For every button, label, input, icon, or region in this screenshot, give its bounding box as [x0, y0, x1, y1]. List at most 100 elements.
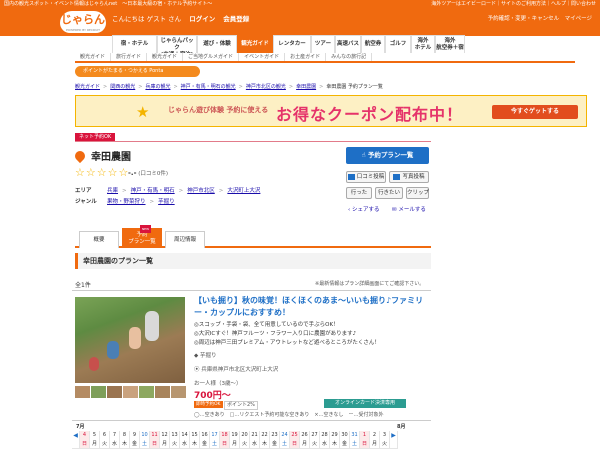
info-link[interactable]: 神戸市北区: [187, 188, 215, 194]
info-link[interactable]: 神戸・有馬・明石: [131, 188, 175, 194]
coupon-banner[interactable]: ★ じゃらん遊び体験 予約に使える お得なクーポン配布中！ 今すぐゲットする: [75, 95, 587, 127]
subnav-item[interactable]: 観光ガイド: [147, 53, 184, 61]
nav-item[interactable]: 航空券: [361, 35, 385, 53]
subnav-item[interactable]: イベントガイド: [239, 53, 286, 61]
nav-item[interactable]: レンタカー: [273, 35, 311, 53]
calendar-day[interactable]: 20 火: [240, 431, 250, 449]
calendar-day[interactable]: 14 水: [180, 431, 190, 449]
subnav-item[interactable]: お土産ガイド: [285, 53, 327, 61]
top-strip-links[interactable]: 海外ツアーはエイビーロード｜サイトのご利用方法｜ヘルプ｜問い合わせ: [431, 0, 596, 9]
thumbnail[interactable]: [75, 386, 90, 398]
calendar-day[interactable]: 21 水: [250, 431, 260, 449]
calendar-day[interactable]: 29 木: [330, 431, 340, 449]
calendar-day[interactable]: 15 木: [190, 431, 200, 449]
calendar-day[interactable]: 9金: [130, 431, 140, 449]
breadcrumb-link[interactable]: 兵庫の観光: [145, 84, 170, 90]
review-post-button[interactable]: 口コミ投稿: [346, 171, 386, 183]
calendar-day[interactable]: 3火: [380, 431, 390, 449]
thumbnail[interactable]: [91, 386, 106, 398]
nav-item[interactable]: 宿・ホテル: [112, 35, 157, 53]
ponta-bar[interactable]: ポイントがたまる・つかえる Ponta: [75, 66, 200, 77]
calendar-day[interactable]: 19 月: [230, 431, 240, 449]
jalan-logo[interactable]: じゃらん POWERED BY RECRUIT: [60, 11, 106, 33]
calendar-next-arrow[interactable]: ▶: [390, 431, 398, 449]
calendar-day[interactable]: 16 金: [200, 431, 210, 449]
calendar-weekday: 金: [271, 441, 277, 447]
info-link[interactable]: 兵庫: [107, 188, 118, 194]
info-link[interactable]: 芋掘り: [158, 199, 175, 205]
calendar-day[interactable]: 2月: [370, 431, 380, 449]
calendar-day[interactable]: 7水: [110, 431, 120, 449]
breadcrumb-link[interactable]: 観光ガイド: [75, 84, 100, 90]
calendar-day[interactable]: 5月: [90, 431, 100, 449]
register-link[interactable]: 会員登録: [223, 15, 249, 23]
calendar-day[interactable]: 4日: [80, 431, 90, 449]
nav-item[interactable]: 遊び・体験: [197, 35, 237, 53]
calendar-day[interactable]: 6火: [100, 431, 110, 449]
calendar-day[interactable]: 31 土: [350, 431, 360, 449]
subnav-item[interactable]: ご当地グルメガイド: [183, 53, 240, 61]
get-coupon-button[interactable]: 今すぐゲットする: [492, 105, 578, 119]
calendar-day[interactable]: 13 火: [170, 431, 180, 449]
subnav-item[interactable]: 旅行ガイド: [111, 53, 148, 61]
breadcrumb-link[interactable]: 神戸市北区の観光: [246, 84, 286, 90]
tab-overview[interactable]: 概要: [79, 231, 119, 248]
tab-nearby[interactable]: 周辺情報: [165, 231, 205, 248]
breadcrumb-link[interactable]: 神戸・有馬・明石の観光: [181, 84, 236, 90]
calendar-weekday: 火: [241, 441, 247, 447]
calendar-day-number: 14: [181, 432, 188, 438]
went-button[interactable]: 行った: [346, 187, 372, 199]
calendar-day[interactable]: 10 土: [140, 431, 150, 449]
breadcrumb-link[interactable]: 幸田農園: [296, 84, 316, 90]
nav-item[interactable]: 高速バス: [335, 35, 361, 53]
thumbnail[interactable]: [123, 386, 138, 398]
calendar-day[interactable]: 28 水: [320, 431, 330, 449]
nav-item[interactable]: 海外 航空券＋宿: [435, 35, 465, 53]
info-label: ジャンル: [75, 199, 97, 205]
login-link[interactable]: ログイン: [189, 15, 215, 23]
calendar-day[interactable]: 26 月: [300, 431, 310, 449]
calendar-day[interactable]: 17 土: [210, 431, 220, 449]
calendar-day[interactable]: 24 土: [280, 431, 290, 449]
calendar-day[interactable]: 23 金: [270, 431, 280, 449]
calendar-day-number: 15: [191, 432, 198, 438]
plan-list-button[interactable]: ☝ 予約プラン一覧: [346, 147, 429, 164]
breadcrumb-separator: >: [238, 84, 243, 90]
nav-item[interactable]: ゴルフ: [385, 35, 411, 53]
review-count[interactable]: (口コミ0件): [138, 171, 168, 177]
want-button[interactable]: 行きたい: [375, 187, 403, 199]
calendar-day[interactable]: 12 月: [160, 431, 170, 449]
subnav-item[interactable]: みんなの旅行記: [326, 53, 373, 61]
share-link[interactable]: ‹ シェアする: [348, 205, 379, 213]
calendar-prev-arrow[interactable]: ◀: [72, 431, 80, 449]
nav-item[interactable]: 海外 ホテル: [411, 35, 435, 53]
plan-photo[interactable]: [75, 297, 185, 383]
calendar-day[interactable]: 30 金: [340, 431, 350, 449]
subnav-item[interactable]: 観光ガイド: [75, 53, 112, 61]
thumbnail[interactable]: [107, 386, 122, 398]
photo-post-button[interactable]: 写真投稿: [389, 171, 429, 183]
header-links[interactable]: 予約確認・変更・キャンセル マイページ: [488, 14, 592, 22]
calendar-day[interactable]: 1日: [360, 431, 370, 449]
nav-item[interactable]: 観光ガイド: [237, 35, 273, 53]
calendar-day[interactable]: 22 木: [260, 431, 270, 449]
clip-button[interactable]: クリップ: [406, 187, 429, 199]
calendar-day[interactable]: 27 火: [310, 431, 320, 449]
nav-item[interactable]: ツアー: [311, 35, 335, 53]
thumbnail[interactable]: [171, 386, 186, 398]
plan-title-link[interactable]: 【いも掘り】秋の味覚！ほくほくのあま～いいも掘り♪ファミリー・カップルにおすすめ…: [194, 295, 430, 319]
thumbnail[interactable]: [139, 386, 154, 398]
info-link[interactable]: 大沢町上大沢: [227, 188, 260, 194]
info-link[interactable]: 果物・野菜狩り: [107, 199, 146, 205]
mail-link[interactable]: ✉ メールする: [392, 205, 426, 213]
breadcrumb-link[interactable]: 関西の観光: [110, 84, 135, 90]
nav-item[interactable]: じゃらんパック (交通＋宿泊): [157, 35, 197, 53]
calendar-day[interactable]: 25 日: [290, 431, 300, 449]
net-reservation-tag: ネット予約OK: [75, 133, 116, 141]
calendar-day[interactable]: 18 日: [220, 431, 230, 449]
calendar-day[interactable]: 11 日: [150, 431, 160, 449]
breadcrumb-separator: >: [319, 84, 324, 90]
calendar-day[interactable]: 8木: [120, 431, 130, 449]
plan-card: 【いも掘り】秋の味覚！ほくほくのあま～いいも掘り♪ファミリー・カップルにおすすめ…: [72, 290, 431, 422]
thumbnail[interactable]: [155, 386, 170, 398]
